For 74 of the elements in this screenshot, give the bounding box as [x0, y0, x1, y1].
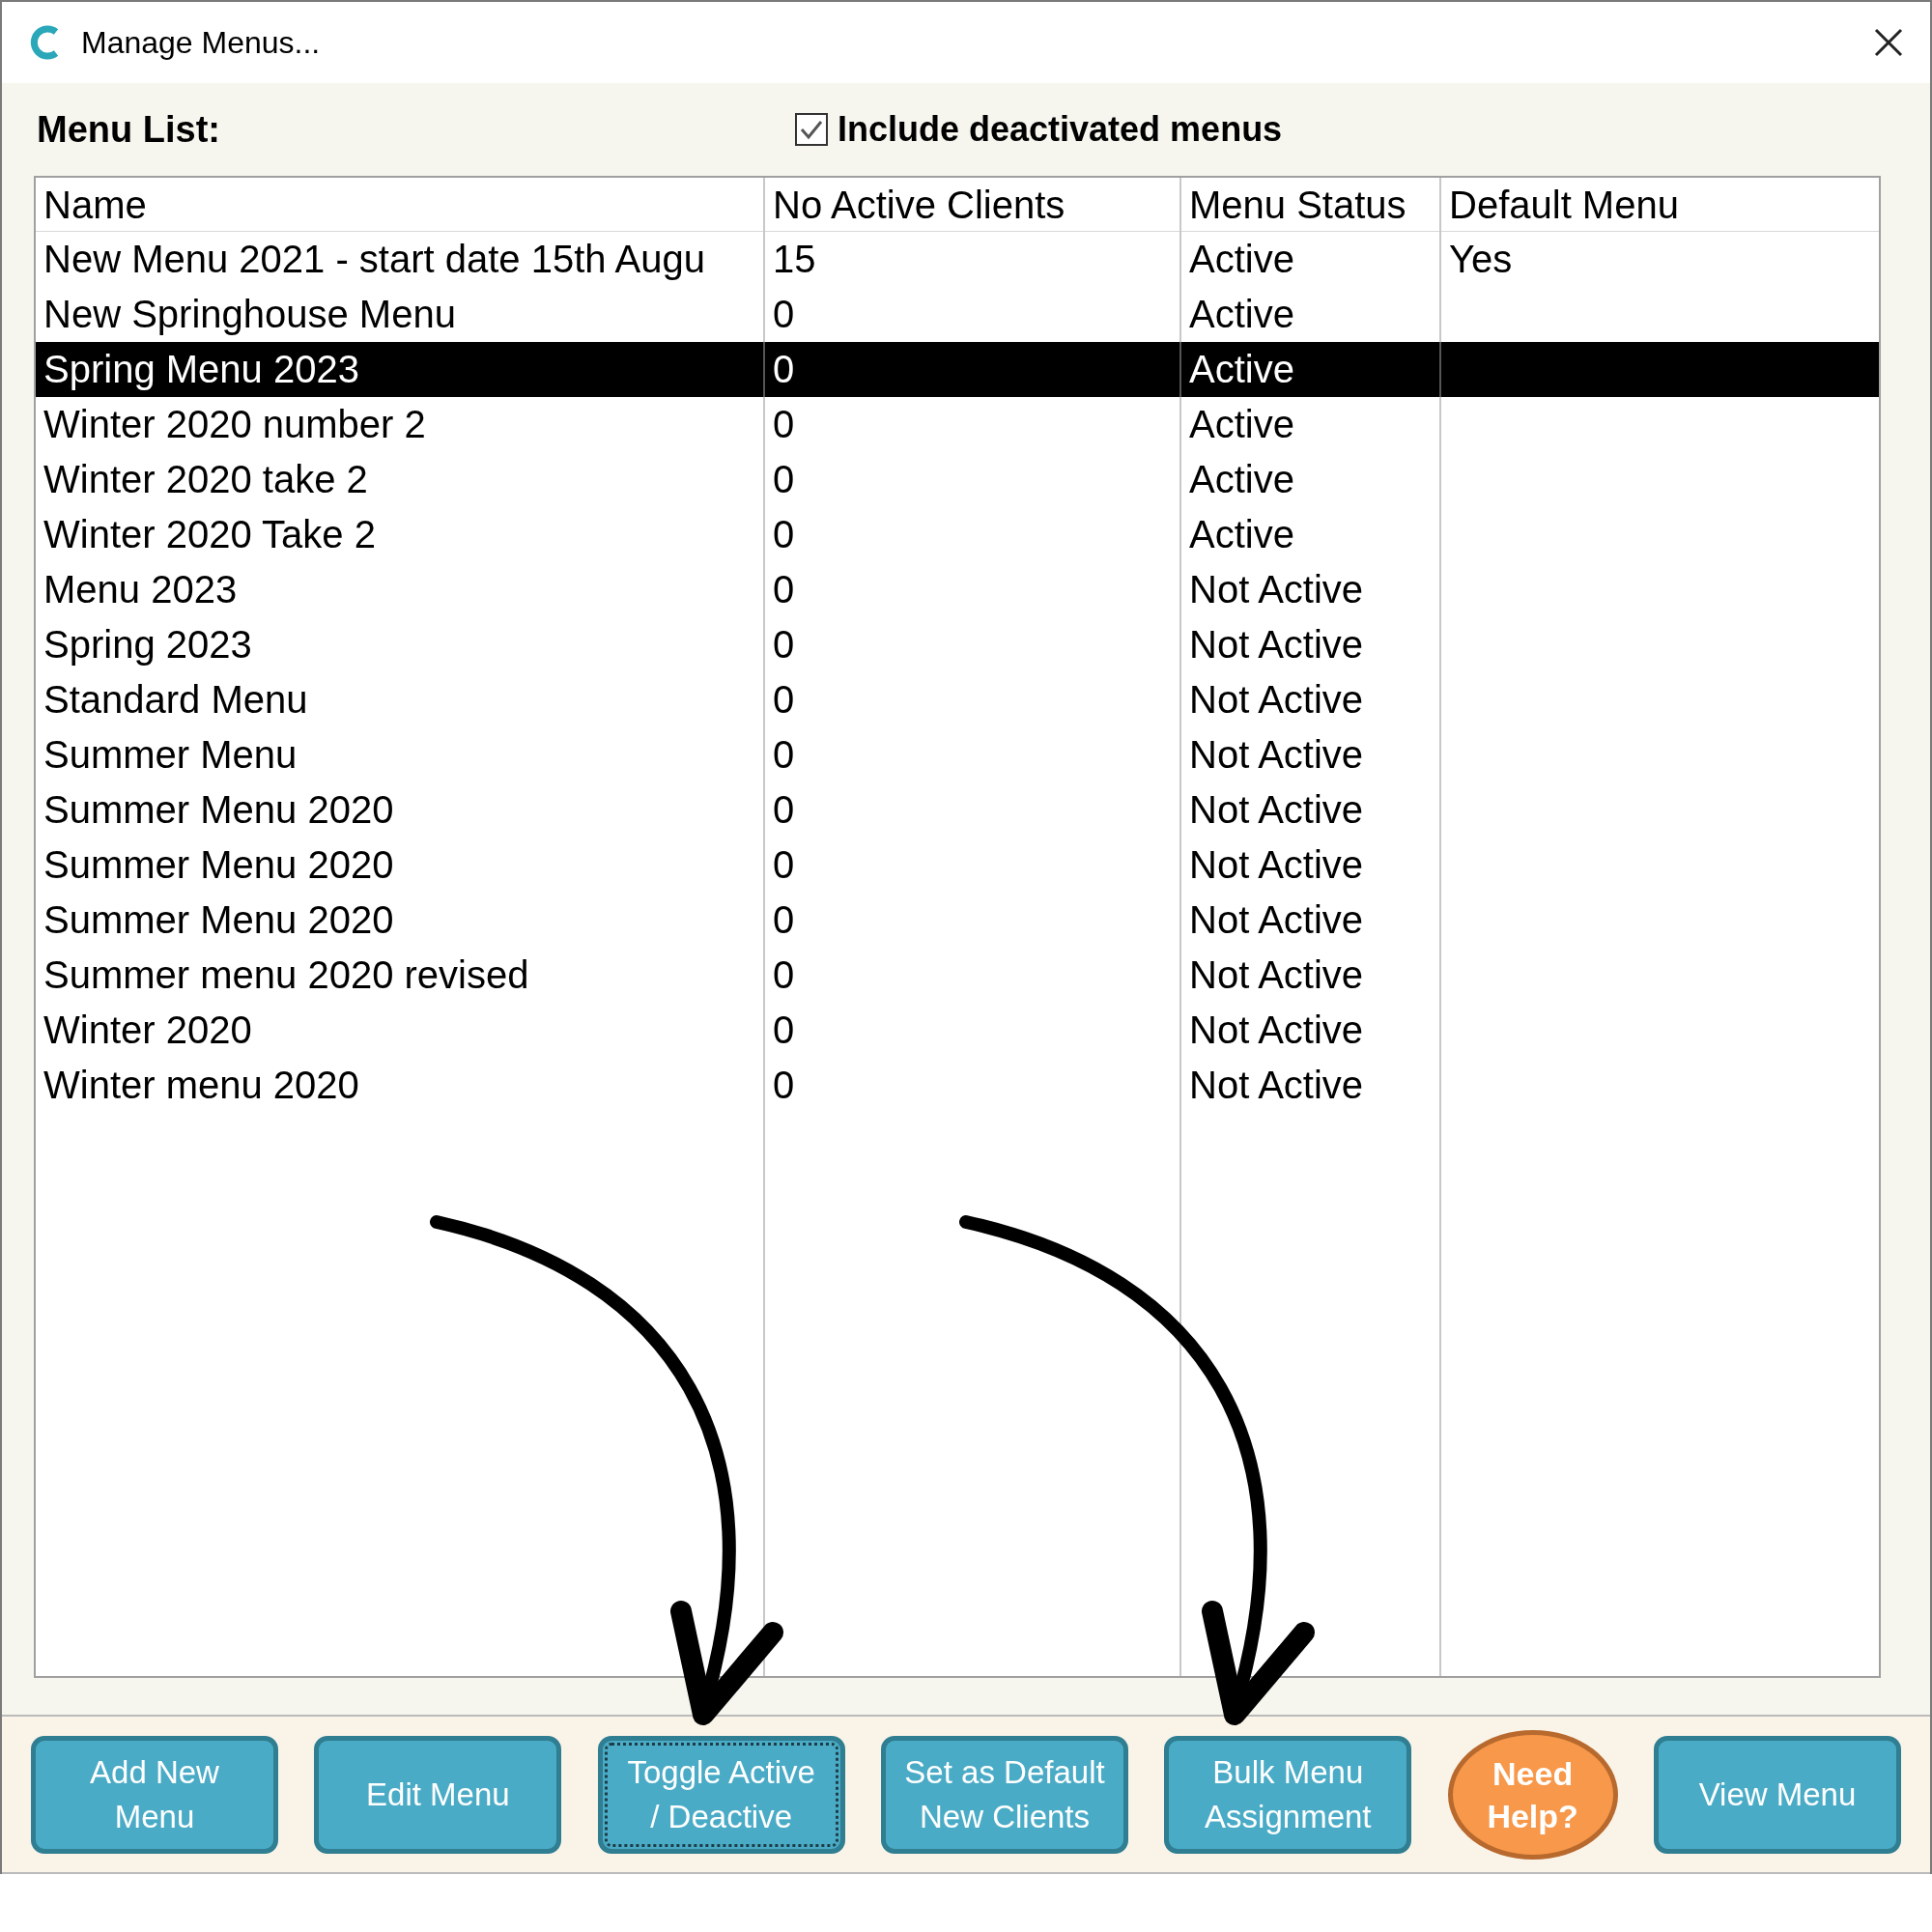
- table-cell: Summer Menu 2020: [43, 843, 394, 886]
- table-cell: Winter 2020: [43, 1009, 252, 1051]
- column-header[interactable]: Name: [36, 178, 765, 232]
- table-cell: Winter 2020 Take 2: [43, 513, 376, 555]
- table-cell: New Menu 2021 - start date 15th Augu: [43, 238, 705, 280]
- table-cell: Not Active: [1189, 678, 1364, 721]
- table-row[interactable]: Winter 2020 0 Not Active: [36, 1003, 1879, 1058]
- table-row[interactable]: Winter 2020 number 2 0 Active: [36, 397, 1879, 452]
- table-cell: Summer Menu: [43, 733, 298, 776]
- table-cell: Active: [1189, 403, 1294, 445]
- table-cell: 0: [773, 348, 795, 390]
- table-cell: Summer Menu 2020: [43, 788, 394, 831]
- table-cell: Spring Menu 2023: [43, 348, 359, 390]
- table-cell: Active: [1189, 238, 1294, 280]
- column-header[interactable]: Default Menu: [1441, 178, 1879, 232]
- table-row[interactable]: Standard Menu 0 Not Active: [36, 672, 1879, 727]
- table-row[interactable]: Summer menu 2020 revised 0 Not Active: [36, 948, 1879, 1003]
- table-row[interactable]: Summer Menu 2020 0 Not Active: [36, 782, 1879, 838]
- table-cell: Not Active: [1189, 1009, 1364, 1051]
- table-cell: 0: [773, 898, 795, 941]
- column-header[interactable]: No Active Clients: [765, 178, 1181, 232]
- checkbox-label: Include deactivated menus: [838, 108, 1283, 151]
- table-cell: Winter 2020 take 2: [43, 458, 368, 500]
- table-cell: Active: [1189, 293, 1294, 335]
- table-cell: Active: [1189, 348, 1294, 390]
- table-row[interactable]: Summer Menu 0 Not Active: [36, 727, 1879, 782]
- table-cell: 0: [773, 1009, 795, 1051]
- table-cell: Active: [1189, 513, 1294, 555]
- column-header[interactable]: Menu Status: [1181, 178, 1441, 232]
- table-cell: Summer menu 2020 revised: [43, 953, 529, 996]
- checkmark-icon: [799, 118, 824, 141]
- table-cell: Standard Menu: [43, 678, 308, 721]
- table-row[interactable]: New Menu 2021 - start date 15th Augu 15 Active Yes: [36, 232, 1879, 287]
- table-cell: Winter 2020 number 2: [43, 403, 426, 445]
- table-cell: 0: [773, 623, 795, 666]
- table-cell: Not Active: [1189, 788, 1364, 831]
- table-cell: Spring 2023: [43, 623, 252, 666]
- table-cell: 0: [773, 458, 795, 500]
- table-cell: 0: [773, 733, 795, 776]
- table-cell: 15: [773, 238, 816, 280]
- table-cell: 0: [773, 403, 795, 445]
- table-row[interactable]: Summer Menu 2020 0 Not Active: [36, 893, 1879, 948]
- table-cell: Active: [1189, 458, 1294, 500]
- table-cell: Menu 2023: [43, 568, 238, 611]
- checkbox[interactable]: [795, 113, 828, 146]
- table-cell: 0: [773, 568, 795, 611]
- table-cell: 0: [773, 1064, 795, 1106]
- menu-list-label: Menu List:: [37, 107, 221, 152]
- table-cell: 0: [773, 788, 795, 831]
- table-cell: New Springhouse Menu: [43, 293, 456, 335]
- table-cell: Summer Menu 2020: [43, 898, 394, 941]
- table-row[interactable]: Spring 2023 0 Not Active: [36, 617, 1879, 672]
- table-row[interactable]: Spring Menu 2023 0 Active: [36, 342, 1879, 397]
- table-row[interactable]: Winter 2020 Take 2 0 Active: [36, 507, 1879, 562]
- table-row[interactable]: Winter menu 2020 0 Not Active: [36, 1058, 1879, 1113]
- close-icon[interactable]: [1874, 28, 1903, 57]
- table-cell: 0: [773, 293, 795, 335]
- table-cell: Not Active: [1189, 568, 1364, 611]
- table-cell: 0: [773, 953, 795, 996]
- table-cell: 0: [773, 843, 795, 886]
- table-cell: Not Active: [1189, 953, 1364, 996]
- table-row[interactable]: Menu 2023 0 Not Active: [36, 562, 1879, 617]
- table-row[interactable]: Summer Menu 2020 0 Not Active: [36, 838, 1879, 893]
- table-cell: Winter menu 2020: [43, 1064, 359, 1106]
- table-cell: 0: [773, 678, 795, 721]
- table-cell: Not Active: [1189, 623, 1364, 666]
- table-cell: Not Active: [1189, 1064, 1364, 1106]
- table-row[interactable]: Winter 2020 take 2 0 Active: [36, 452, 1879, 507]
- window-title: Manage Menus...: [81, 24, 321, 62]
- table-cell: 0: [773, 513, 795, 555]
- table-cell: Not Active: [1189, 843, 1364, 886]
- table-cell: Not Active: [1189, 733, 1364, 776]
- table-cell: Yes: [1449, 238, 1513, 280]
- table-cell: Not Active: [1189, 898, 1364, 941]
